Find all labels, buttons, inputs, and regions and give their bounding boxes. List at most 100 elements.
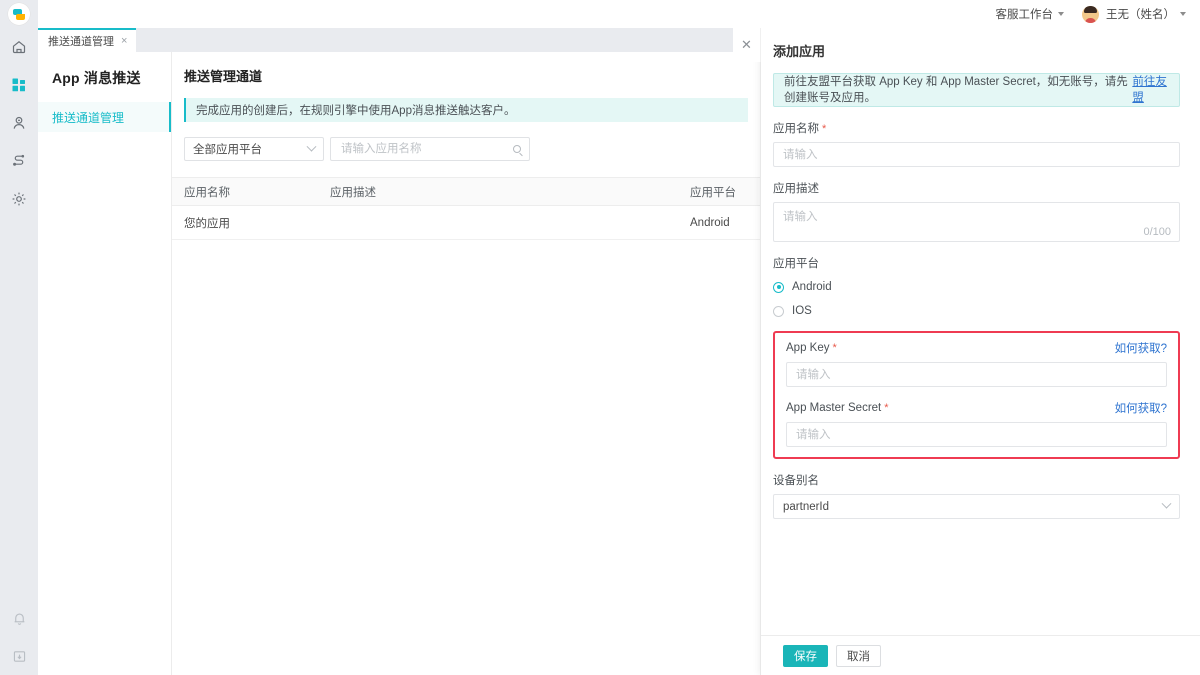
required-mark: *	[822, 123, 827, 136]
device-alias-select[interactable]: partnerId	[773, 494, 1180, 520]
rail-item-settings[interactable]	[0, 180, 38, 218]
app-key-input[interactable]	[786, 362, 1167, 388]
user-icon	[13, 116, 25, 129]
sidebar-item-label: 推送通道管理	[52, 110, 125, 125]
rail-item-home[interactable]	[0, 28, 38, 66]
main-content: 推送管理通道 完成应用的创建后，在规则引擎中使用App消息推送触达客户。 全部应…	[172, 52, 760, 675]
field-app-key-label-wrap: App Key *	[786, 342, 837, 354]
cancel-button[interactable]: 取消	[836, 644, 881, 667]
collapse-panel-icon	[13, 650, 25, 662]
platform-filter-value: 全部应用平台	[193, 144, 262, 156]
field-app-key-label-row: App Key * 如何获取?	[786, 340, 1167, 356]
search-input-wrapper[interactable]	[330, 137, 530, 161]
field-app-description: 应用描述 0/100	[773, 180, 1180, 243]
chevron-down-icon	[1180, 12, 1186, 16]
app-logo-icon	[8, 3, 30, 25]
field-device-alias: 设备别名 partnerId	[773, 472, 1180, 520]
module-nav-list: 推送通道管理	[38, 102, 171, 132]
sidebar-item-push-channel-management[interactable]: 推送通道管理	[38, 102, 171, 132]
drawer-title: 添加应用	[773, 44, 826, 59]
app-master-secret-help-link[interactable]: 如何获取?	[1115, 400, 1167, 416]
app-root: 客服工作台 王无（姓名） 推送通道管理 × App 消息推送 推送通道管理 推送…	[0, 0, 1200, 675]
drawer-close-button[interactable]: ✕	[733, 28, 761, 62]
radio-icon-unselected	[773, 305, 784, 317]
field-app-platform-label: 应用平台	[773, 258, 819, 271]
search-icon	[513, 145, 521, 153]
column-header-app-platform: 应用平台	[690, 186, 736, 199]
field-device-alias-label-row: 设备别名	[773, 472, 1180, 488]
table-header-row: 应用名称 应用描述 应用平台	[172, 177, 760, 206]
column-header-app-desc: 应用描述	[330, 186, 376, 199]
field-app-name-label-row: 应用名称 *	[773, 120, 1180, 136]
app-master-secret-input[interactable]	[786, 422, 1167, 448]
field-app-master-secret: App Master Secret * 如何获取?	[786, 400, 1167, 448]
module-title: App 消息推送	[52, 70, 141, 86]
chevron-down-icon	[306, 141, 317, 152]
close-icon[interactable]: ×	[121, 35, 127, 47]
field-app-master-secret-label-wrap: App Master Secret *	[786, 402, 889, 414]
device-alias-value: partnerId	[783, 500, 830, 513]
radio-option-ios[interactable]: IOS	[773, 301, 1180, 321]
radio-label-ios: IOS	[792, 305, 812, 318]
bell-icon	[14, 613, 24, 625]
rail-item-apps[interactable]	[0, 66, 38, 104]
field-app-description-label: 应用描述	[773, 183, 819, 196]
chevron-down-icon	[1058, 12, 1064, 16]
filter-toolbar: 全部应用平台	[184, 137, 760, 161]
page-title: 推送管理通道	[184, 69, 263, 84]
rail-item-collapse[interactable]	[0, 637, 38, 675]
field-app-name-label: 应用名称	[773, 123, 819, 136]
save-button[interactable]: 保存	[783, 644, 828, 667]
umeng-hint-link[interactable]: 前往友盟	[1132, 74, 1169, 106]
workbench-menu[interactable]: 客服工作台	[995, 6, 1064, 22]
tab-push-channel-management[interactable]: 推送通道管理 ×	[38, 28, 137, 52]
info-notice-text: 完成应用的创建后，在规则引擎中使用App消息推送触达客户。	[196, 105, 516, 117]
field-app-master-secret-label: App Master Secret	[786, 402, 882, 415]
close-icon: ✕	[741, 37, 752, 52]
platform-filter-select[interactable]: 全部应用平台	[184, 137, 324, 161]
app-logo[interactable]	[0, 0, 38, 28]
user-menu[interactable]: 王无（姓名）	[1082, 5, 1186, 23]
cell-app-name: 您的应用	[184, 217, 230, 230]
field-app-key: App Key * 如何获取?	[786, 340, 1167, 388]
rail-item-customer[interactable]	[0, 104, 38, 142]
required-mark: *	[832, 342, 837, 355]
field-app-platform-label-row: 应用平台	[773, 255, 1180, 271]
left-icon-rail	[0, 28, 38, 675]
column-header-app-name: 应用名称	[184, 186, 230, 199]
required-mark: *	[884, 402, 889, 415]
drawer-body: 前往友盟平台获取 App Key 和 App Master Secret，如无账…	[761, 73, 1200, 520]
gear-icon	[12, 192, 26, 206]
app-description-textarea[interactable]	[774, 203, 1179, 228]
add-application-drawer: ✕ 添加应用 前往友盟平台获取 App Key 和 App Master Sec…	[733, 28, 1200, 675]
applications-table: 应用名称 应用描述 应用平台 您的应用 Android	[172, 177, 760, 240]
app-name-input[interactable]	[773, 142, 1180, 168]
avatar	[1082, 5, 1099, 23]
field-app-description-label-row: 应用描述	[773, 180, 1180, 196]
field-app-master-secret-label-row: App Master Secret * 如何获取?	[786, 400, 1167, 416]
field-app-key-label: App Key	[786, 342, 830, 355]
app-key-help-link[interactable]: 如何获取?	[1115, 340, 1167, 356]
user-name-label: 王无（姓名）	[1106, 9, 1175, 21]
logo-shape-orange	[16, 14, 25, 20]
field-app-name-label-wrap: 应用名称 *	[773, 120, 826, 136]
drawer-footer: 保存 取消	[761, 635, 1200, 675]
radio-label-android: Android	[792, 281, 832, 294]
chevron-down-icon	[1161, 498, 1172, 509]
umeng-hint-text: 前往友盟平台获取 App Key 和 App Master Secret，如无账…	[784, 76, 1128, 105]
workbench-menu-label: 客服工作台	[995, 9, 1054, 21]
umeng-hint-banner: 前往友盟平台获取 App Key 和 App Master Secret，如无账…	[773, 73, 1180, 108]
cell-app-platform: Android	[690, 216, 730, 229]
flow-icon	[13, 154, 25, 166]
table-row[interactable]: 您的应用 Android	[172, 206, 760, 240]
top-header-bar: 客服工作台 王无（姓名）	[0, 0, 1200, 28]
home-icon	[12, 41, 26, 54]
app-description-counter: 0/100	[1143, 226, 1171, 239]
module-sidebar: App 消息推送 推送通道管理	[38, 52, 172, 675]
credentials-highlight-box: App Key* 如何获取? App Master Secret* 如何获取?	[773, 331, 1180, 460]
app-description-wrapper[interactable]: 0/100	[773, 202, 1180, 243]
rail-item-notifications[interactable]	[0, 599, 38, 637]
rail-item-flow[interactable]	[0, 142, 38, 180]
search-input[interactable]	[339, 142, 504, 156]
radio-option-android[interactable]: Android	[773, 277, 1180, 297]
